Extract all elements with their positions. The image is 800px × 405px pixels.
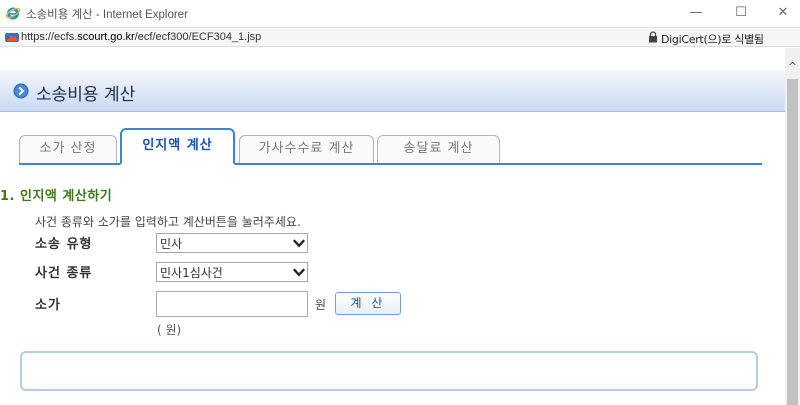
maximize-button[interactable]: ☐ bbox=[722, 2, 760, 24]
minimize-button[interactable]: — bbox=[677, 2, 715, 24]
lawsuit-type-value: 민사 bbox=[160, 237, 183, 251]
section-description: 사건 종류와 소가를 입력하고 계산버튼을 눌러주세요. bbox=[35, 215, 301, 229]
tab-bar: 소가 산정 인지액 계산 가사수수료 계산 송달료 계산 bbox=[19, 128, 762, 165]
lock-icon[interactable] bbox=[648, 31, 658, 43]
vertical-scrollbar[interactable]: ^ bbox=[785, 48, 800, 405]
lawsuit-type-label: 소송 유형 bbox=[35, 237, 93, 252]
page-title: 소송비용 계산 bbox=[36, 85, 136, 105]
calculate-button[interactable]: 계 산 bbox=[335, 292, 401, 315]
window-titlebar: 소송비용 계산 - Internet Explorer — ☐ ✕ bbox=[0, 0, 800, 27]
result-unit: ( 원) bbox=[157, 323, 182, 337]
close-button[interactable]: ✕ bbox=[764, 2, 800, 24]
chevron-down-icon[interactable] bbox=[290, 234, 307, 252]
lawsuit-type-select[interactable]: 민사 bbox=[156, 233, 308, 253]
section-title: 1. 인지액 계산하기 bbox=[0, 189, 113, 204]
circle-arrow-icon bbox=[13, 83, 29, 99]
scrollbar-thumb[interactable] bbox=[787, 79, 798, 405]
url-text[interactable]: https://ecfs.scourt.go.kr/ecf/ecf300/ECF… bbox=[21, 31, 261, 43]
window-title: 소송비용 계산 - Internet Explorer bbox=[26, 9, 188, 21]
result-box bbox=[20, 351, 758, 391]
internet-explorer-icon bbox=[5, 7, 21, 20]
amount-input[interactable] bbox=[156, 291, 308, 317]
case-type-label: 사건 종류 bbox=[35, 266, 93, 281]
tab-service-fee[interactable]: 송달료 계산 bbox=[377, 135, 500, 163]
scroll-up-arrow-icon[interactable]: ^ bbox=[785, 60, 800, 74]
site-favicon-icon bbox=[5, 33, 19, 42]
tab-family-fee[interactable]: 가사수수료 계산 bbox=[239, 135, 374, 163]
amount-label: 소가 bbox=[35, 298, 61, 313]
tab-lawsuit-value[interactable]: 소가 산정 bbox=[19, 135, 117, 163]
certificate-label[interactable]: DigiCert(으)로 식별됨 bbox=[661, 31, 764, 47]
chevron-down-icon[interactable] bbox=[290, 263, 307, 281]
tab-stamp-fee[interactable]: 인지액 계산 bbox=[120, 128, 235, 165]
case-type-select[interactable]: 민사1심사건 bbox=[156, 262, 308, 282]
amount-unit: 원 bbox=[315, 298, 327, 312]
case-type-value: 민사1심사건 bbox=[160, 266, 223, 280]
page-header: 소송비용 계산 bbox=[0, 70, 785, 112]
address-bar[interactable]: https://ecfs.scourt.go.kr/ecf/ecf300/ECF… bbox=[0, 27, 800, 47]
